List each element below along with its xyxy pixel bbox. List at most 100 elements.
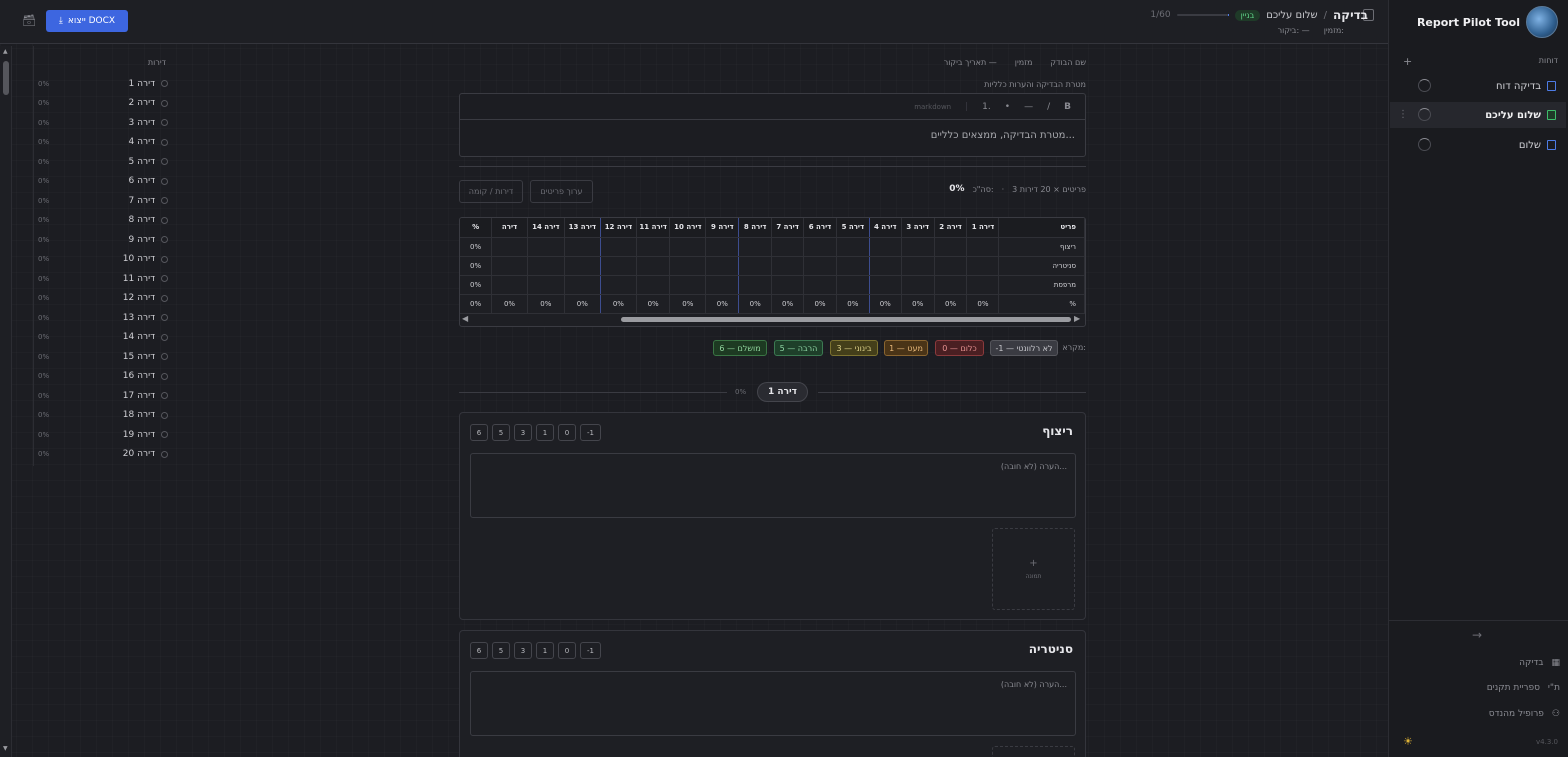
apartment-row[interactable]: 0% דירה 9 — [38, 230, 168, 249]
theme-toggle-icon[interactable]: ☀ — [1403, 735, 1413, 748]
score-cell[interactable] — [564, 275, 601, 295]
score-cell[interactable] — [803, 275, 837, 295]
apartment-row[interactable]: 0% דירה 17 — [38, 386, 168, 405]
score-cell[interactable] — [901, 256, 935, 276]
breadcrumb-report[interactable]: שלום עליכם — [1266, 10, 1317, 21]
apartment-row[interactable]: 0% דירה 5 — [38, 152, 168, 171]
apartment-column-header[interactable]: דירה 11 — [636, 218, 671, 238]
bullet-list-button[interactable]: • — [1005, 102, 1010, 112]
report-item[interactable]: שלום — [1390, 132, 1566, 158]
apartment-row[interactable]: 0% דירה 12 — [38, 289, 168, 308]
score-cell[interactable] — [600, 275, 637, 295]
apartment-column-header[interactable]: דירה 12 — [600, 218, 637, 238]
apartment-row[interactable]: 0% דירה 1 — [38, 74, 168, 93]
score-cell[interactable] — [738, 275, 773, 295]
note-textarea[interactable]: הערה (לא חובה)... — [470, 453, 1076, 518]
score-cell[interactable] — [636, 256, 671, 276]
apartment-row[interactable]: 0% דירה 6 — [38, 172, 168, 191]
score-cell[interactable] — [966, 256, 1000, 276]
score-button[interactable]: 5 — [492, 642, 510, 659]
apartment-row[interactable]: 0% דירה 8 — [38, 211, 168, 230]
score-button[interactable]: 1 — [536, 642, 554, 659]
score-cell[interactable] — [564, 237, 601, 257]
score-cell[interactable] — [771, 275, 805, 295]
numbered-list-button[interactable]: 1. — [982, 102, 991, 112]
apartment-row[interactable]: 0% דירה 15 — [38, 347, 168, 366]
score-cell[interactable] — [669, 275, 707, 295]
score-cell[interactable] — [491, 237, 528, 257]
score-cell[interactable] — [527, 256, 565, 276]
score-cell[interactable] — [491, 256, 528, 276]
export-docx-button[interactable]: ⤓ ייצוא DOCX — [46, 10, 128, 32]
archive-icon[interactable]: 🗃 — [22, 14, 36, 28]
inspector-field[interactable]: שם הבודק — [1050, 58, 1086, 67]
apartment-row[interactable]: 0% דירה 20 — [38, 445, 168, 464]
score-button[interactable]: 6 — [470, 424, 488, 441]
score-cell[interactable] — [705, 275, 740, 295]
score-cell[interactable] — [901, 275, 935, 295]
score-button[interactable]: -1 — [580, 642, 601, 659]
note-textarea[interactable]: הערה (לא חובה)... — [470, 671, 1076, 736]
vertical-scrollbar[interactable] — [0, 46, 12, 757]
score-cell[interactable] — [527, 275, 565, 295]
score-cell[interactable] — [934, 275, 968, 295]
score-cell[interactable] — [738, 256, 773, 276]
apartment-column-header[interactable]: דירה 2 — [934, 218, 968, 238]
score-cell[interactable] — [669, 237, 707, 257]
score-button[interactable]: 5 — [492, 424, 510, 441]
scroll-up-icon[interactable]: ▲ — [3, 48, 8, 55]
add-photo-button[interactable] — [992, 746, 1075, 757]
apartment-row[interactable]: 0% דירה 13 — [38, 308, 168, 327]
edit-items-button[interactable]: ערוך פריטים — [530, 180, 593, 203]
apartment-column-header[interactable]: דירה 10 — [669, 218, 707, 238]
more-options-icon[interactable]: ⋮ — [1398, 109, 1408, 120]
apartment-column-header[interactable]: דירה 14 — [527, 218, 565, 238]
score-cell[interactable] — [836, 237, 870, 257]
dash-button[interactable]: — — [1024, 102, 1033, 112]
report-item-active[interactable]: שלום עליכם — [1390, 102, 1566, 128]
apartments-per-floor-button[interactable]: דירות / קומה — [459, 180, 523, 203]
apartment-row[interactable]: 0% דירה 3 — [38, 113, 168, 132]
score-cell[interactable] — [564, 256, 601, 276]
horizontal-scroll-thumb[interactable] — [621, 317, 1071, 322]
score-cell[interactable] — [934, 256, 968, 276]
apartment-row[interactable]: 0% דירה 7 — [38, 191, 168, 210]
score-cell[interactable] — [934, 237, 968, 257]
customer-field[interactable]: מזמין — [1015, 58, 1033, 67]
italic-button[interactable]: / — [1047, 102, 1050, 112]
apartment-row[interactable]: 0% דירה 10 — [38, 250, 168, 269]
score-button[interactable]: 0 — [558, 424, 576, 441]
score-button[interactable]: -1 — [580, 424, 601, 441]
score-cell[interactable] — [803, 256, 837, 276]
apartment-column-header[interactable]: דירה 3 — [901, 218, 935, 238]
report-item[interactable]: בדיקה דוח — [1390, 73, 1566, 99]
scroll-left-icon[interactable]: ◀ — [462, 314, 468, 323]
score-cell[interactable] — [669, 256, 707, 276]
apartment-row[interactable]: 0% דירה 2 — [38, 94, 168, 113]
score-cell[interactable] — [491, 275, 528, 295]
apartment-column-header[interactable]: דירה 9 — [705, 218, 740, 238]
score-button[interactable]: 1 — [536, 424, 554, 441]
score-button[interactable]: 6 — [470, 642, 488, 659]
bold-button[interactable]: B — [1064, 102, 1071, 112]
score-cell[interactable] — [600, 237, 637, 257]
score-cell[interactable] — [705, 237, 740, 257]
apartment-column-header[interactable]: דירה 1 — [966, 218, 1000, 238]
apartment-row[interactable]: 0% דירה 14 — [38, 328, 168, 347]
score-cell[interactable] — [636, 237, 671, 257]
score-cell[interactable] — [600, 256, 637, 276]
score-cell[interactable] — [527, 237, 565, 257]
apartment-row[interactable]: 0% דירה 16 — [38, 367, 168, 386]
score-cell[interactable] — [771, 237, 805, 257]
scrollbar-thumb[interactable] — [3, 61, 9, 95]
score-cell[interactable] — [803, 237, 837, 257]
apartment-row[interactable]: 0% דירה 18 — [38, 406, 168, 425]
score-cell[interactable] — [636, 275, 671, 295]
scroll-right-icon[interactable]: ▶ — [1074, 314, 1080, 323]
nav-standards[interactable]: ספריית תקנים ת"י — [1390, 679, 1560, 697]
apartment-row[interactable]: 0% דירה 11 — [38, 269, 168, 288]
apartment-column-header[interactable]: דירה 5 — [836, 218, 870, 238]
apartment-column-header[interactable]: דירה 6 — [803, 218, 837, 238]
apartment-column-header[interactable]: דירה — [491, 218, 528, 238]
apartment-column-header[interactable]: דירה 8 — [738, 218, 773, 238]
